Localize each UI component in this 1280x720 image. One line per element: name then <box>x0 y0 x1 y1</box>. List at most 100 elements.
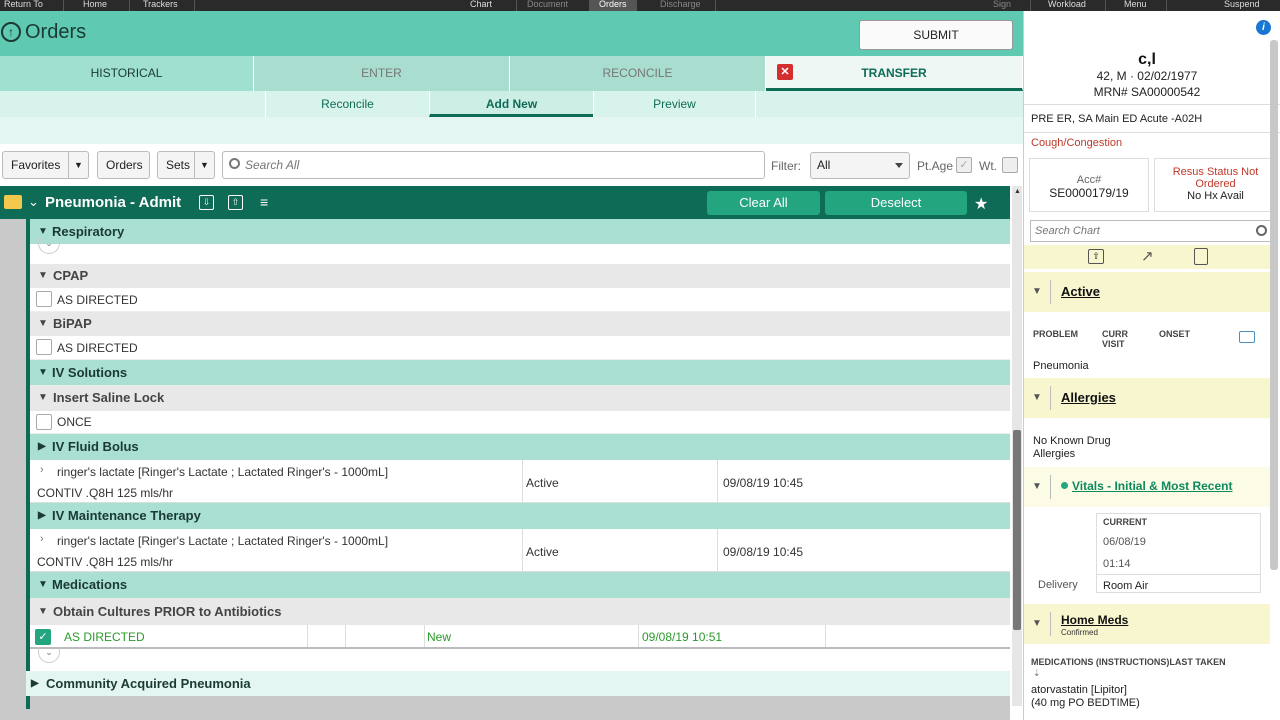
order-checkbox[interactable] <box>36 291 52 307</box>
clear-all-button[interactable]: Clear All <box>707 191 820 215</box>
subsection-cultures[interactable]: ▼ Obtain Cultures PRIOR to Antibiotics <box>30 598 1010 625</box>
suspend-button[interactable]: Suspend <box>1224 0 1260 11</box>
trend-icon[interactable]: ↗ <box>1141 247 1154 265</box>
search-all-field[interactable] <box>222 151 765 179</box>
workload-button[interactable]: Workload <box>1048 0 1086 11</box>
col-curr: CURR <box>1102 329 1128 339</box>
home-meds-header[interactable]: ▼ Home Meds Confirmed <box>1024 604 1270 644</box>
chevron-right-icon[interactable]: › <box>40 464 44 476</box>
order-option-row[interactable]: ✓ AS DIRECTED New 09/08/19 10:51 <box>30 625 1010 649</box>
sort-icon[interactable]: ⇣ <box>1033 668 1041 679</box>
summary-toolbar: ⇧ ↗ <box>1024 245 1270 269</box>
section-iv-solutions[interactable]: ▼ IV Solutions <box>30 360 1010 385</box>
patient-mrn: MRN# SA00000542 <box>1093 85 1201 99</box>
pt-age-checkbox[interactable]: ✓ <box>956 157 972 173</box>
chevron-right-icon[interactable]: › <box>40 533 44 545</box>
comment-icon[interactable] <box>1239 331 1255 343</box>
sets-dropdown[interactable]: Sets ▼ <box>157 151 215 179</box>
order-checkbox[interactable] <box>36 414 52 430</box>
section-iv-fluid-bolus[interactable]: ▶ IV Fluid Bolus <box>30 434 1010 460</box>
order-row[interactable]: › ringer's lactate [Ringer's Lactate ; L… <box>30 460 1010 503</box>
chevron-down-icon[interactable]: ▼ <box>194 152 214 178</box>
active-problems-header[interactable]: ▼ Active <box>1024 272 1270 312</box>
subtab-preview[interactable]: Preview <box>593 91 756 117</box>
chevron-right-icon: ▶ <box>31 678 39 689</box>
section-medications[interactable]: ▼ Medications <box>30 572 1010 598</box>
spacer-band <box>0 117 1023 144</box>
chart-button[interactable]: Chart <box>470 0 492 11</box>
vitals-header[interactable]: ▼ Vitals - Initial & Most Recent <box>1024 467 1270 507</box>
document-button[interactable]: Document <box>527 0 568 11</box>
chevron-down-icon: ▼ <box>38 392 48 403</box>
collapse-row: ⌄ <box>30 647 1010 671</box>
return-to-button[interactable]: Return To <box>4 0 43 11</box>
chevron-down-icon[interactable]: ⌄ <box>28 194 39 210</box>
chevron-down-icon: ▼ <box>38 606 48 617</box>
subtab-add-new[interactable]: Add New <box>429 91 593 117</box>
orders-nav-button[interactable]: Orders <box>589 0 637 11</box>
order-option-row[interactable]: ONCE <box>30 411 1010 434</box>
collapse-icon[interactable]: ⌄ <box>38 238 60 254</box>
pt-age-label: Pt.Age <box>917 159 954 173</box>
order-list: ▼ Respiratory ⌄ ▼ CPAP AS DIRECTED ▼ BiP… <box>0 219 1010 720</box>
chevron-down-icon[interactable]: ▼ <box>68 152 88 178</box>
order-set-community-acquired-pneumonia[interactable]: ▶ Community Acquired Pneumonia <box>26 671 1010 696</box>
favorites-label: Favorites <box>11 158 61 172</box>
close-icon[interactable]: ✕ <box>777 64 793 80</box>
order-set-header: ⌄ Pneumonia - Admit ⇩ ⇧ ≡ Clear All Dese… <box>0 186 1010 219</box>
collapse-icon[interactable]: ⌄ <box>38 647 60 663</box>
info-icon[interactable]: i <box>1256 20 1271 35</box>
order-option-row[interactable]: AS DIRECTED <box>30 288 1010 312</box>
archive-icon[interactable]: ⇧ <box>1088 249 1104 264</box>
search-all-input[interactable] <box>245 156 745 174</box>
orders-button[interactable]: Orders <box>97 151 150 179</box>
download-icon[interactable]: ⇩ <box>199 195 214 210</box>
submit-button[interactable]: SUBMIT <box>859 20 1013 50</box>
menu-lines-icon[interactable]: ≡ <box>260 194 268 210</box>
order-detail: CONTIV .Q8H 125 mls/hr <box>37 555 174 569</box>
order-checkbox[interactable] <box>36 339 52 355</box>
search-icon <box>229 158 240 169</box>
sign-button[interactable]: Sign <box>993 0 1011 11</box>
section-iv-maintenance[interactable]: ▶ IV Maintenance Therapy <box>30 503 1010 529</box>
orders-scrollbar[interactable]: ▲ <box>1012 186 1022 706</box>
filter-select[interactable]: All <box>810 152 910 179</box>
menu-button[interactable]: Menu <box>1124 0 1147 11</box>
subsection-saline-lock[interactable]: ▼ Insert Saline Lock <box>30 385 1010 411</box>
clipboard-icon[interactable] <box>1194 248 1208 265</box>
allergies-header[interactable]: ▼ Allergies <box>1024 378 1270 418</box>
wt-checkbox[interactable] <box>1002 157 1018 173</box>
subsection-cpap[interactable]: ▼ CPAP <box>30 264 1010 288</box>
order-row[interactable]: › ringer's lactate [Ringer's Lactate ; L… <box>30 529 1010 572</box>
tab-transfer[interactable]: ✕ TRANSFER <box>766 56 1023 91</box>
chevron-down-icon: ▼ <box>38 270 48 281</box>
home-button[interactable]: Home <box>83 0 107 11</box>
upload-icon[interactable]: ⇧ <box>228 195 243 210</box>
summary-scrollbar[interactable] <box>1270 40 1278 570</box>
star-icon[interactable]: ★ <box>974 194 988 214</box>
order-date: 09/08/19 10:45 <box>723 545 804 559</box>
trackers-button[interactable]: Trackers <box>143 0 178 11</box>
home-meds-confirmed: Confirmed <box>1061 628 1098 637</box>
back-arrow-icon[interactable]: ↑ <box>1 22 21 42</box>
discharge-button[interactable]: Discharge <box>660 0 701 11</box>
deselect-button[interactable]: Deselect <box>825 191 967 215</box>
active-title: Active <box>1061 284 1101 299</box>
tab-reconcile[interactable]: RECONCILE <box>510 56 766 91</box>
search-chart-input[interactable] <box>1035 224 1245 238</box>
order-name: ringer's lactate [Ringer's Lactate ; Lac… <box>57 534 389 548</box>
scrollbar-thumb[interactable] <box>1013 430 1021 630</box>
search-chart-field[interactable] <box>1030 220 1273 242</box>
checkmark-icon[interactable]: ✓ <box>35 629 51 645</box>
favorites-dropdown[interactable]: Favorites ▼ <box>2 151 89 179</box>
section-respiratory[interactable]: ▼ Respiratory <box>30 219 1010 244</box>
order-option-row[interactable]: AS DIRECTED <box>30 336 1010 360</box>
vitals-title: Vitals - Initial & Most Recent <box>1072 479 1233 493</box>
tab-historical[interactable]: HISTORICAL <box>0 56 254 91</box>
chevron-down-icon: ▼ <box>1032 392 1042 403</box>
tab-enter[interactable]: ENTER <box>254 56 510 91</box>
subsection-bipap[interactable]: ▼ BiPAP <box>30 312 1010 336</box>
subtab-reconcile[interactable]: Reconcile <box>265 91 429 117</box>
chevron-right-icon: ▶ <box>38 441 46 452</box>
order-set-title: Pneumonia - Admit <box>45 194 182 211</box>
